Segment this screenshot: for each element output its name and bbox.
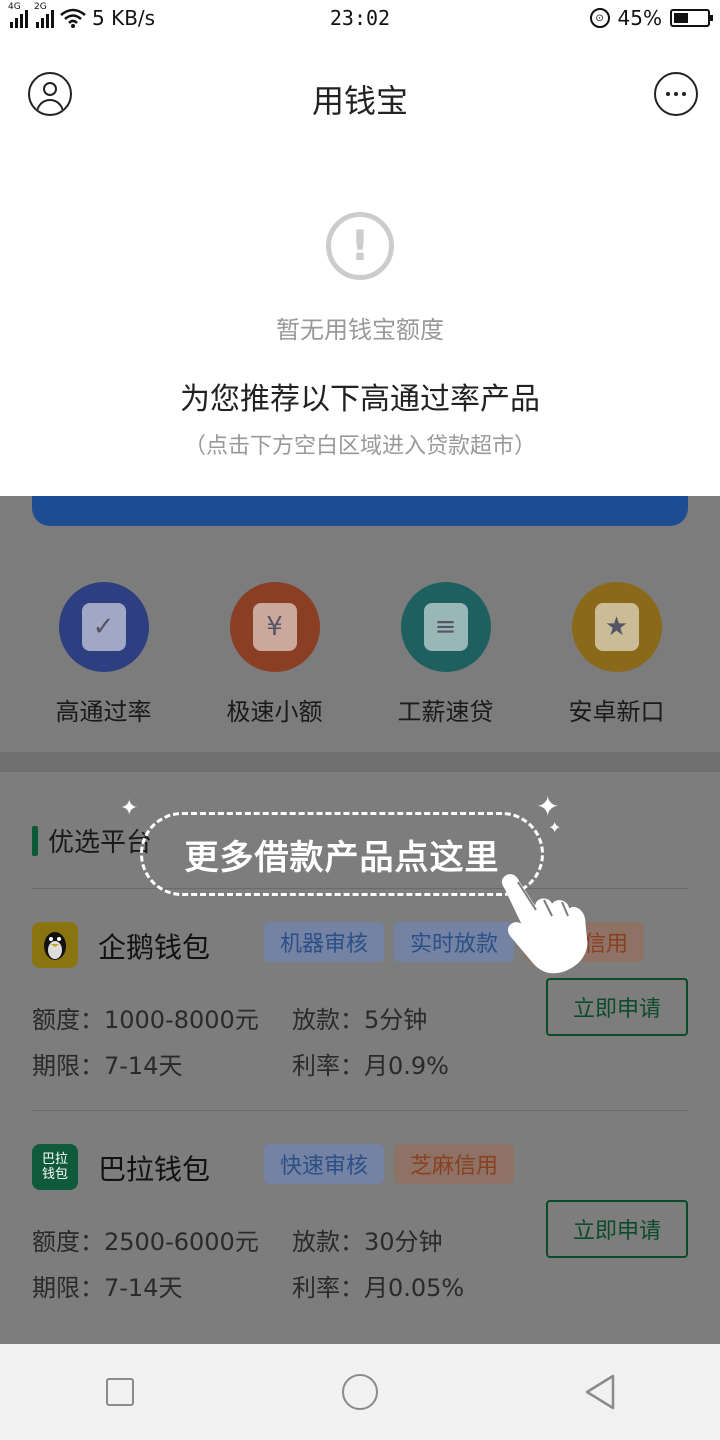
banner[interactable] [32, 496, 688, 526]
rotation-lock-icon: ⊙ [589, 8, 610, 28]
rate-info: 利率：月0.05% [292, 1274, 465, 1302]
section-gap [0, 752, 720, 772]
payout-info: 放款：5分钟 [292, 1006, 428, 1034]
receipt-lightning-icon: ≡ [400, 582, 491, 672]
term-info: 期限：7-14天 [32, 1052, 183, 1080]
category-android-new[interactable]: ★ 安卓新口 [537, 570, 697, 727]
status-right: ⊙ 45% [589, 6, 713, 30]
home-icon[interactable] [330, 1362, 390, 1422]
battery-icon [670, 9, 713, 27]
section-accent [32, 825, 38, 856]
category-fast-small[interactable]: ¥ 极速小额 [195, 570, 355, 727]
quota-notice-panel: 用钱宝 ! 暂无用钱宝额度 为您推荐以下高通过率产品 （点击下方空白区域进入贷款… [0, 40, 720, 496]
category-row: ✓ 高通过率 ¥ 极速小额 ≡ 工薪速贷 ★ 安卓新口 [0, 570, 720, 727]
divider [32, 1110, 688, 1111]
battery-percent: 45% [617, 6, 662, 30]
apply-button[interactable]: 立即申请 [546, 1200, 688, 1258]
category-high-approval[interactable]: ✓ 高通过率 [24, 570, 184, 727]
tag: 快速审核 [264, 1144, 385, 1184]
logo-text: 巴拉钱包 [41, 1152, 68, 1182]
category-label: 工薪速贷 [397, 698, 494, 726]
penguin-icon [32, 922, 78, 968]
category-label: 极速小额 [226, 698, 323, 726]
app-header: 用钱宝 [0, 40, 720, 150]
more-options-icon[interactable] [654, 72, 698, 116]
star-bookmark-icon: ★ [571, 582, 662, 672]
product-name: 巴拉钱包 [98, 1153, 211, 1186]
hint-text: （点击下方空白区域进入贷款超市） [183, 434, 536, 459]
system-navbar [0, 1344, 720, 1440]
rate-info: 利率：月0.9% [292, 1052, 449, 1080]
no-quota-text: 暂无用钱宝额度 [276, 316, 444, 344]
more-products-callout[interactable]: 更多借款产品点这里 [140, 812, 544, 896]
shield-check-icon: ✓ [58, 582, 149, 672]
tag: 机器审核 [264, 922, 385, 962]
payout-info: 放款：30分钟 [292, 1228, 443, 1256]
recent-apps-icon[interactable] [90, 1362, 150, 1422]
term-info: 期限：7-14天 [32, 1274, 183, 1302]
exclamation-icon: ! [326, 212, 394, 280]
apply-button[interactable]: 立即申请 [546, 978, 688, 1036]
product-tags: 快速审核 芝麻信用 [264, 1144, 515, 1184]
back-icon[interactable] [570, 1362, 630, 1422]
product-card[interactable]: 巴拉钱包 巴拉钱包 快速审核 芝麻信用 额度：2500-6000元 放款：30分… [32, 1144, 688, 1364]
status-bar: 4G 2G 5 KB/s 23:02 ⊙ 45% [0, 0, 720, 40]
pointing-hand-icon [501, 874, 588, 974]
amount-info: 额度：1000-8000元 [32, 1006, 259, 1034]
section-title: 优选平台 [48, 828, 153, 858]
product-name: 企鹅钱包 [98, 931, 211, 964]
section-header: 优选平台 [32, 822, 152, 859]
page-title: 用钱宝 [311, 82, 408, 120]
money-bag-icon: ¥ [229, 582, 320, 672]
category-salary-loan[interactable]: ≡ 工薪速贷 [366, 570, 526, 727]
sparkle-icon: ✦ [548, 818, 562, 837]
recommend-text: 为您推荐以下高通过率产品 [180, 382, 540, 417]
category-label: 安卓新口 [568, 698, 665, 726]
bala-logo: 巴拉钱包 [32, 1144, 78, 1190]
category-label: 高通过率 [55, 698, 152, 726]
sparkle-icon: ✦ [120, 796, 139, 821]
amount-info: 额度：2500-6000元 [32, 1228, 259, 1256]
tag: 芝麻信用 [394, 1144, 515, 1184]
